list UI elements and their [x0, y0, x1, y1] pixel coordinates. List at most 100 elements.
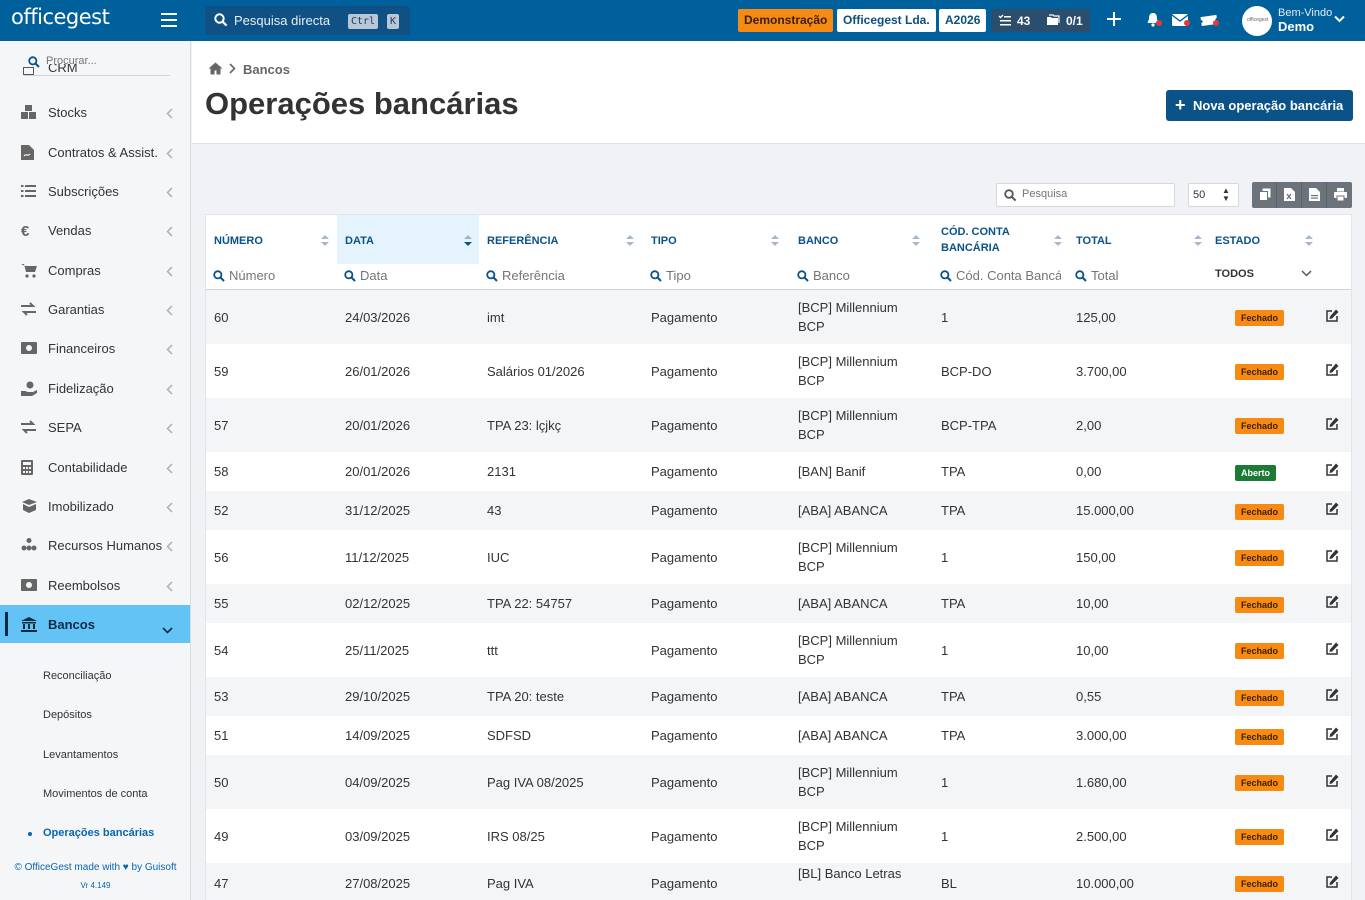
user-avatar[interactable]: officegest — [1242, 6, 1272, 36]
table-row[interactable]: 55 02/12/2025 TPA 22: 54757 Pagamento [ABA] … — [206, 584, 1351, 623]
column-filter-5[interactable] — [790, 266, 929, 288]
table-row[interactable]: 52 31/12/2025 43 Pagamento [ABA] ABANCA TPA 15… — [206, 491, 1351, 530]
sidebar-item-vendas[interactable]: € Vendas — [0, 211, 190, 249]
column-header-2[interactable]: DATA — [337, 215, 479, 264]
sidebar-item-recursos-humanos[interactable]: Recursos Humanos — [0, 526, 190, 564]
edit-button[interactable] — [1326, 309, 1339, 327]
column-filter-7[interactable] — [1068, 266, 1203, 288]
table-row[interactable]: 50 04/09/2025 Pag IVA 08/2025 Pagamento [BCP… — [206, 755, 1351, 809]
sidebar-item-financeiros[interactable]: Financeiros — [0, 329, 190, 367]
edit-button[interactable] — [1326, 875, 1339, 893]
sidebar-item-contratos-assist[interactable]: Contratos & Assist. — [0, 133, 190, 171]
copy-icon — [1259, 188, 1271, 201]
column-filter-input[interactable] — [229, 268, 330, 283]
column-header-4[interactable]: TIPO — [643, 215, 790, 264]
sidebar-item-sepa[interactable]: SEPA — [0, 408, 190, 446]
column-filter-input[interactable] — [360, 268, 472, 283]
sidebar-item-bancos[interactable]: Bancos — [0, 605, 190, 643]
edit-button[interactable] — [1326, 688, 1339, 706]
edit-button[interactable] — [1326, 828, 1339, 846]
cell-numero: 56 — [214, 550, 229, 565]
demo-badge[interactable]: Demonstração — [738, 9, 834, 32]
sidebar-item-fidelizacao[interactable]: Fidelização — [0, 369, 190, 407]
chevron-down-icon[interactable] — [1334, 15, 1345, 23]
edit-button[interactable] — [1326, 642, 1339, 660]
table-row[interactable]: 53 29/10/2025 TPA 20: teste Pagamento [ABA] … — [206, 677, 1351, 716]
column-filter-input[interactable] — [502, 268, 636, 283]
column-header-3[interactable]: REFERÊNCIA — [479, 215, 643, 264]
edit-button[interactable] — [1326, 549, 1339, 567]
table-row[interactable]: 59 26/01/2026 Salários 01/2026 Pagamento [BC… — [206, 344, 1351, 398]
column-filter-6[interactable] — [933, 266, 1064, 288]
messages-button[interactable] — [1171, 13, 1192, 28]
quick-search[interactable]: Pesquisa directa Ctrl K — [205, 6, 410, 35]
column-filter-4[interactable] — [643, 266, 786, 288]
counters-group[interactable]: 43 0/1 — [991, 9, 1090, 32]
sort-icon — [1194, 235, 1202, 246]
sidebar-item-stocks[interactable]: Stocks — [0, 93, 190, 131]
add-icon[interactable] — [1107, 12, 1121, 26]
table-row[interactable]: 54 25/11/2025 ttt Pagamento [BCP] Millennium… — [206, 623, 1351, 677]
table-row[interactable]: 57 20/01/2026 TPA 23: lçjkç Pagamento [BCP] … — [206, 398, 1351, 452]
sidebar-item-imobilizado[interactable]: Imobilizado — [0, 487, 190, 525]
column-filter-input[interactable] — [956, 268, 1061, 283]
estado-filter-select[interactable]: TODOS — [1214, 266, 1324, 288]
sidebar-item-garantias[interactable]: Garantias — [0, 290, 190, 328]
sidebar-subitem-5[interactable]: Operações bancárias — [0, 819, 190, 849]
footer-credits[interactable]: © OfficeGest made with ♥ by Guisoft — [0, 862, 190, 873]
print-button[interactable] — [1327, 182, 1352, 208]
home-icon[interactable] — [208, 62, 223, 75]
breadcrumb-current[interactable]: Bancos — [243, 62, 290, 77]
export-buttons — [1252, 182, 1352, 208]
edit-button[interactable] — [1326, 774, 1339, 792]
column-header-5[interactable]: BANCO — [790, 215, 933, 264]
page-size-select[interactable]: 50 ▲ ▼ — [1188, 183, 1239, 207]
new-bank-operation-button[interactable]: + Nova operação bancária — [1166, 90, 1353, 121]
column-header-6[interactable]: CÓD. CONTA BANCÁRIA — [933, 215, 1068, 264]
column-header-8[interactable]: ESTADO — [1207, 215, 1317, 264]
edit-button[interactable] — [1326, 727, 1339, 745]
user-name[interactable]: Demo — [1278, 19, 1314, 34]
column-filter-input[interactable] — [666, 268, 783, 283]
column-filter-input[interactable] — [813, 268, 926, 283]
table-row[interactable]: 47 27/08/2025 Pag IVA Pagamento [BL] Banco L… — [206, 863, 1351, 900]
column-filter-1[interactable] — [206, 266, 333, 288]
edit-button[interactable] — [1326, 502, 1339, 520]
table-search-input[interactable] — [1022, 188, 1167, 200]
menu-toggle-icon[interactable] — [161, 13, 177, 27]
table-row[interactable]: 56 11/12/2025 IUC Pagamento [BCP] Millennium… — [206, 530, 1351, 584]
table-row[interactable]: 60 24/03/2026 imt Pagamento [BCP] Millennium… — [206, 290, 1351, 344]
company-badge[interactable]: Officegest Lda. — [837, 9, 936, 32]
sidebar-item-contabilidade[interactable]: Contabilidade — [0, 448, 190, 486]
sidebar-item-compras[interactable]: Compras — [0, 251, 190, 289]
edit-button[interactable] — [1326, 417, 1339, 435]
column-filter-3[interactable] — [479, 266, 639, 288]
cell-banco: [BCP] Millennium BCP — [798, 408, 898, 442]
column-filter-2[interactable] — [337, 266, 475, 288]
excel-button[interactable] — [1277, 182, 1302, 208]
table-row[interactable]: 51 14/09/2025 SDFSD Pagamento [ABA] ABANCA TP… — [206, 716, 1351, 755]
sidebar-subitem-2[interactable]: Depósitos — [0, 701, 190, 731]
pdf-button[interactable] — [1302, 182, 1327, 208]
notifications-button[interactable] — [1146, 12, 1164, 28]
tickets-button[interactable] — [1200, 13, 1222, 28]
year-badge[interactable]: A2026 — [939, 9, 987, 32]
sidebar-item-subscricoes[interactable]: Subscrições — [0, 172, 190, 210]
app-logo[interactable]: officegest — [11, 5, 110, 29]
table-search[interactable] — [996, 183, 1175, 207]
table-row[interactable]: 49 03/09/2025 IRS 08/25 Pagamento [BCP] Mill… — [206, 809, 1351, 863]
sidebar-item-crm[interactable]: CRM — [0, 64, 190, 84]
table-row[interactable]: 58 20/01/2026 2131 Pagamento [BAN] Banif TPA 0… — [206, 452, 1351, 491]
column-filter-input[interactable] — [1091, 268, 1200, 283]
edit-button[interactable] — [1326, 463, 1339, 481]
chevron-down-icon — [1301, 270, 1312, 277]
sidebar-subitem-1[interactable]: Reconciliação — [0, 662, 190, 692]
sidebar-subitem-3[interactable]: Levantamentos — [0, 741, 190, 771]
column-header-7[interactable]: TOTAL — [1068, 215, 1207, 264]
sidebar-subitem-4[interactable]: Movimentos de conta — [0, 780, 190, 810]
edit-button[interactable] — [1326, 363, 1339, 381]
copy-button[interactable] — [1252, 182, 1277, 208]
sidebar-item-reembolsos[interactable]: Reembolsos — [0, 566, 190, 604]
column-header-1[interactable]: NÚMERO — [206, 215, 337, 264]
edit-button[interactable] — [1326, 595, 1339, 613]
